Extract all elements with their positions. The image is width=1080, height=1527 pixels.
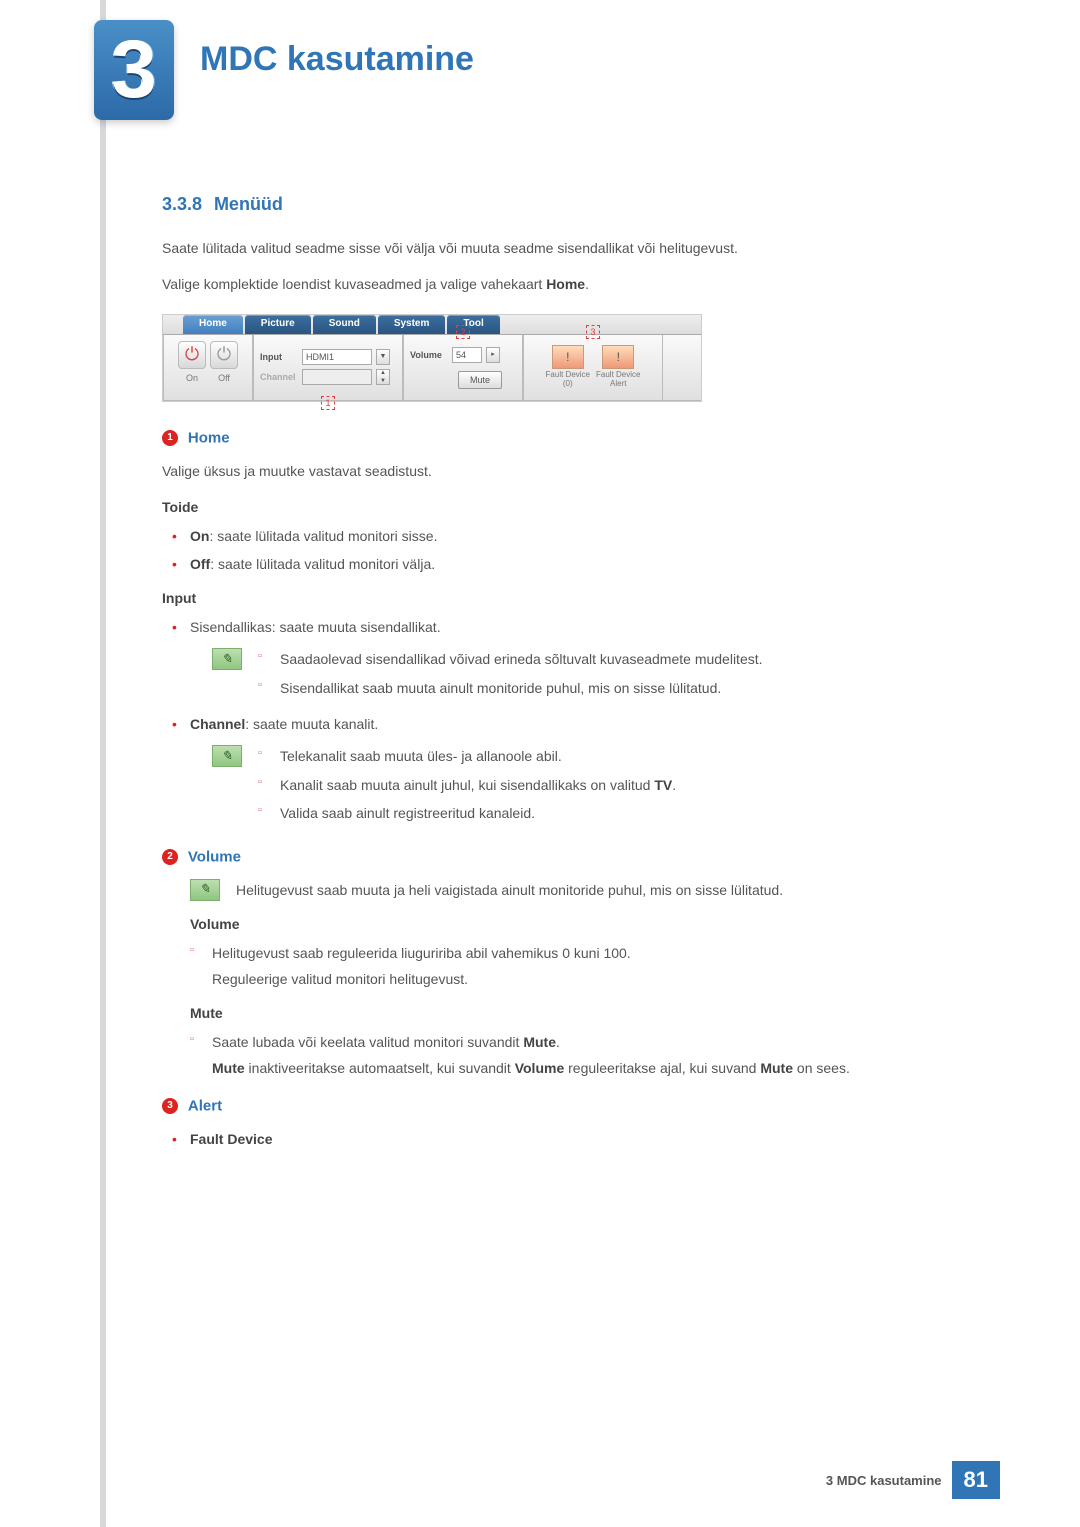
volume-note-text: Helitugevust saab muuta ja heli vaigista… bbox=[236, 879, 783, 901]
tab-sound[interactable]: Sound bbox=[313, 315, 376, 334]
mute-button[interactable]: Mute bbox=[458, 371, 502, 389]
callout-2: 2 bbox=[456, 325, 470, 339]
fault-device-item: Fault Device bbox=[190, 1128, 902, 1150]
subsection-home-title: Home bbox=[188, 429, 230, 446]
input-note-1: Saadaolevad sisendallikad võivad erineda… bbox=[258, 648, 763, 670]
volume-slider-icon[interactable]: ▸ bbox=[486, 347, 500, 363]
power-on-button[interactable]: ⏻ bbox=[178, 341, 206, 369]
subsection-alert: 3 Alert bbox=[162, 1094, 902, 1118]
input-note-list: Saadaolevad sisendallikad võivad erineda… bbox=[258, 648, 763, 705]
note-icon: ✎ bbox=[212, 745, 242, 767]
channel-note-1: Telekanalit saab muuta üles- ja allanool… bbox=[258, 745, 676, 767]
chapter-title: MDC kasutamine bbox=[200, 40, 474, 79]
input-value[interactable]: HDMI1 bbox=[302, 349, 372, 365]
input-dropdown-icon[interactable]: ▼ bbox=[376, 349, 390, 365]
intro-p2: Valige komplektide loendist kuvaseadmed … bbox=[162, 273, 902, 295]
input-title: Input bbox=[162, 587, 902, 609]
channel-label: Channel bbox=[260, 370, 298, 384]
note-icon: ✎ bbox=[212, 648, 242, 670]
input-label: Input bbox=[260, 350, 298, 364]
input-note-2: Sisendallikat saab muuta ainult monitori… bbox=[258, 677, 763, 699]
toide-title: Toide bbox=[162, 496, 902, 518]
section-number: 3.3.8 bbox=[162, 194, 202, 214]
tab-system[interactable]: System bbox=[378, 315, 446, 334]
channel-value bbox=[302, 369, 372, 385]
intro-p1: Saate lülitada valitud seadme sisse või … bbox=[162, 237, 902, 259]
subsection-alert-title: Alert bbox=[188, 1097, 222, 1114]
input-note: ✎ Saadaolevad sisendallikad võivad erine… bbox=[212, 648, 902, 705]
alert-list: Fault Device bbox=[162, 1128, 902, 1150]
subsection-volume-title: Volume bbox=[188, 848, 241, 865]
power-off-button[interactable]: ⏻ bbox=[210, 341, 238, 369]
input-list: Sisendallikas: saate muuta sisendallikat… bbox=[162, 616, 902, 638]
mock-tabs: Home Picture Sound System Tool bbox=[163, 315, 701, 335]
volume-value[interactable]: 54 bbox=[452, 347, 482, 363]
channel-note-list: Telekanalit saab muuta üles- ja allanool… bbox=[258, 745, 676, 830]
ui-screenshot-mock: Home Picture Sound System Tool ⏻ On ⏻ Of… bbox=[162, 314, 702, 402]
channel-item: Channel: saate muuta kanalit. bbox=[190, 713, 902, 735]
toide-on: On: saate lülitada valitud monitori siss… bbox=[190, 525, 902, 547]
bullet-1: 1 bbox=[162, 430, 178, 446]
home-desc: Valige üksus ja muutke vastavat seadistu… bbox=[162, 460, 902, 482]
volume-label: Volume bbox=[410, 348, 448, 362]
mute-item: Saate lubada või keelata valitud monitor… bbox=[190, 1031, 902, 1080]
footer: 3 MDC kasutamine 81 bbox=[826, 1461, 1000, 1499]
channel-list: Channel: saate muuta kanalit. bbox=[162, 713, 902, 735]
tab-home[interactable]: Home bbox=[183, 315, 243, 334]
footer-page: 81 bbox=[952, 1461, 1000, 1499]
toide-list: On: saate lülitada valitud monitori siss… bbox=[162, 525, 902, 576]
channel-spinner: ▲▼ bbox=[376, 369, 390, 385]
bullet-3: 3 bbox=[162, 1098, 178, 1114]
mute-group-title: Mute bbox=[190, 1002, 902, 1024]
left-stripe bbox=[100, 0, 106, 1527]
tab-picture[interactable]: Picture bbox=[245, 315, 311, 334]
bullet-2: 2 bbox=[162, 849, 178, 865]
callout-3: 3 bbox=[586, 325, 600, 339]
fault-panel: ! Fault Device(0) ! Fault DeviceAlert 3 bbox=[523, 335, 663, 400]
fault-alert-label: Fault DeviceAlert bbox=[596, 371, 640, 389]
fault-device-icon[interactable]: ! bbox=[552, 345, 584, 369]
mock-toolbar: ⏻ On ⏻ Off Input HDMI1 ▼ Channel ▲▼ bbox=[163, 335, 701, 401]
subsection-home: 1 Home bbox=[162, 426, 902, 450]
power-off-label: Off bbox=[218, 371, 230, 385]
power-on-label: On bbox=[186, 371, 198, 385]
fault-alert-icon[interactable]: ! bbox=[602, 345, 634, 369]
chapter-number: 3 bbox=[111, 23, 157, 117]
footer-text: 3 MDC kasutamine bbox=[826, 1473, 952, 1488]
fault-device-label: Fault Device(0) bbox=[546, 371, 590, 389]
chapter-badge: 3 bbox=[94, 20, 174, 120]
channel-note-3: Valida saab ainult registreeritud kanale… bbox=[258, 802, 676, 824]
subsection-volume: 2 Volume bbox=[162, 845, 902, 869]
channel-note-2: Kanalit saab muuta ainult juhul, kui sis… bbox=[258, 774, 676, 796]
toide-off: Off: saate lülitada valitud monitori väl… bbox=[190, 553, 902, 575]
section-header: 3.3.8 Menüüd bbox=[162, 190, 902, 219]
channel-note: ✎ Telekanalit saab muuta üles- ja allano… bbox=[212, 745, 902, 830]
mute-item-list: Saate lubada või keelata valitud monitor… bbox=[190, 1031, 902, 1080]
page-content: 3.3.8 Menüüd Saate lülitada valitud sead… bbox=[162, 190, 902, 1160]
callout-1: 1 bbox=[321, 396, 335, 410]
volume-item: Helitugevust saab reguleerida liuguririb… bbox=[190, 942, 902, 991]
power-panel: ⏻ On ⏻ Off bbox=[163, 335, 253, 400]
input-src: Sisendallikas: saate muuta sisendallikat… bbox=[190, 616, 902, 638]
volume-panel: Volume 54 ▸ Mute 2 bbox=[403, 335, 523, 400]
volume-group-title: Volume bbox=[190, 913, 902, 935]
section-title: Menüüd bbox=[214, 194, 283, 214]
input-panel: Input HDMI1 ▼ Channel ▲▼ 1 bbox=[253, 335, 403, 400]
note-icon: ✎ bbox=[190, 879, 220, 901]
volume-note: ✎ Helitugevust saab muuta ja heli vaigis… bbox=[190, 879, 902, 901]
volume-item-list: Helitugevust saab reguleerida liuguririb… bbox=[190, 942, 902, 991]
